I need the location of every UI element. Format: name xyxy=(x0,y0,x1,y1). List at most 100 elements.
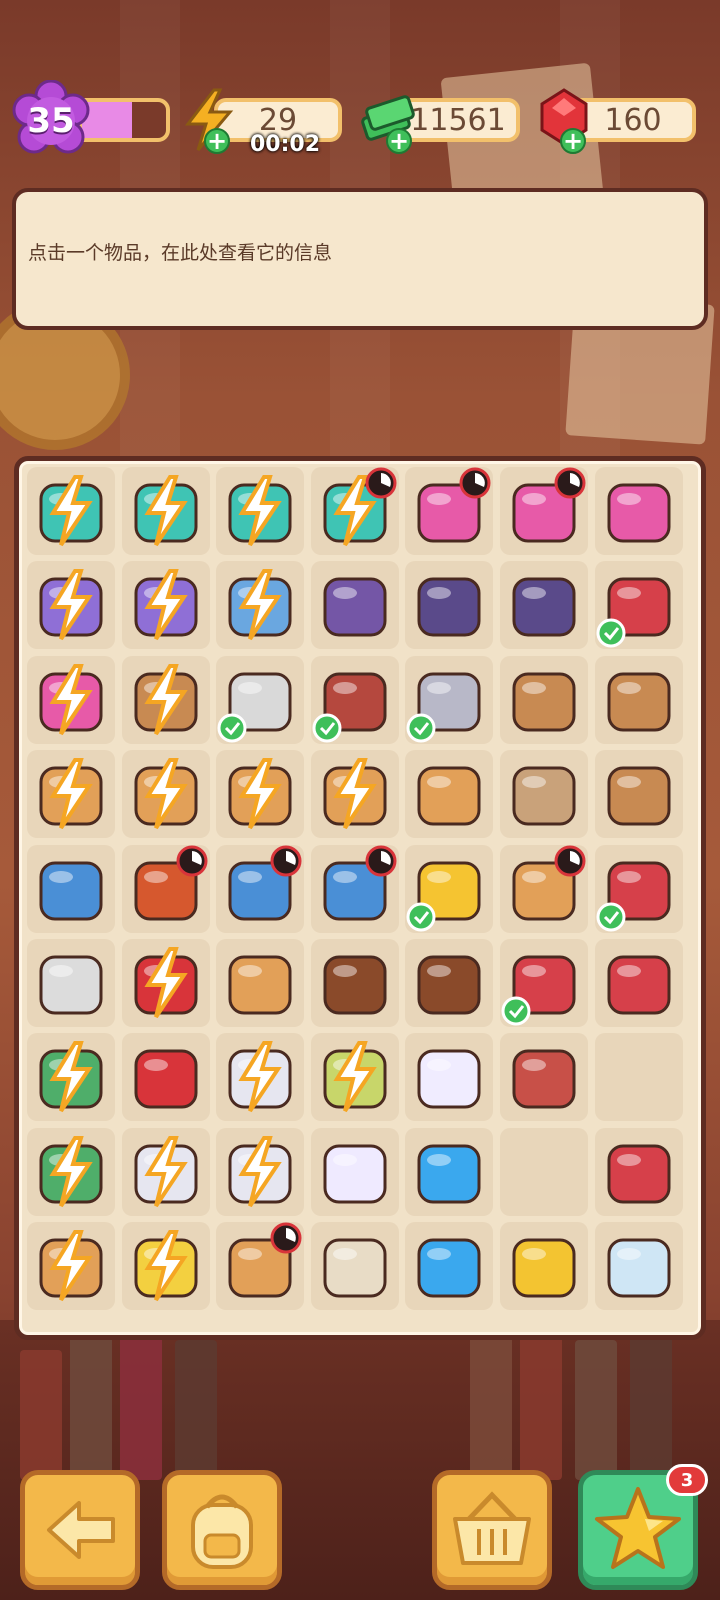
board-cell[interactable] xyxy=(121,750,210,839)
board-cell[interactable] xyxy=(310,1127,399,1216)
cash-plus-icon[interactable]: + xyxy=(386,128,412,154)
medkit-bottles-icon xyxy=(228,475,292,547)
board-cell[interactable] xyxy=(310,655,399,744)
board-cell[interactable] xyxy=(216,844,305,933)
checkmark-icon xyxy=(596,902,626,932)
board-cell[interactable] xyxy=(405,1033,494,1122)
board-cell[interactable] xyxy=(27,561,115,650)
board-cell[interactable] xyxy=(121,1222,210,1311)
board-cell[interactable] xyxy=(594,1127,683,1216)
board-cell[interactable] xyxy=(216,1222,305,1311)
blue-vase-icon xyxy=(228,845,302,921)
board-cell[interactable] xyxy=(216,655,305,744)
board-cell[interactable] xyxy=(216,939,305,1027)
board-cell[interactable] xyxy=(27,1222,115,1311)
card-envelopes-icon xyxy=(323,955,387,1015)
energy-plus-icon[interactable]: + xyxy=(204,128,230,154)
flat-boxes-icon xyxy=(417,766,481,826)
board-cell[interactable] xyxy=(500,655,588,744)
board-cell[interactable] xyxy=(310,750,399,839)
checkmark-icon xyxy=(217,713,247,743)
board-cell[interactable] xyxy=(27,939,115,1027)
new-year-2024-icon xyxy=(512,1238,576,1298)
board-cell[interactable] xyxy=(27,655,115,744)
board-cell[interactable] xyxy=(500,561,588,650)
board-cell[interactable] xyxy=(594,467,683,555)
open-box-icon xyxy=(228,758,292,830)
board-cell[interactable] xyxy=(405,844,494,933)
pot-shard-icon xyxy=(607,672,671,732)
tool-bag-icon xyxy=(134,947,198,1019)
board-cell[interactable] xyxy=(500,1222,588,1311)
garden-rake-icon xyxy=(406,672,481,743)
board-cell[interactable] xyxy=(27,1033,115,1122)
board-cell[interactable] xyxy=(405,1127,494,1216)
board-cell-empty[interactable] xyxy=(500,1127,588,1216)
checkmark-icon xyxy=(406,902,436,932)
top-hud: 35 29 + 00:02 11561 + 160 + xyxy=(0,80,720,160)
board-cell[interactable] xyxy=(121,655,210,744)
energy-timer: 00:02 xyxy=(250,132,321,157)
board-cell[interactable] xyxy=(27,1127,115,1216)
ornate-vase-icon xyxy=(39,861,103,921)
toy-car-icon xyxy=(134,569,198,641)
shop-basket-button[interactable] xyxy=(432,1470,552,1590)
board-cell[interactable] xyxy=(121,561,210,650)
board-cell[interactable] xyxy=(216,1033,305,1122)
board-cell[interactable] xyxy=(310,1222,399,1311)
board-cell[interactable] xyxy=(310,467,399,555)
board-cell[interactable] xyxy=(405,750,494,839)
board-cell[interactable] xyxy=(310,561,399,650)
flower-pot-icon xyxy=(39,663,103,735)
board-cell[interactable] xyxy=(594,750,683,839)
board-cell[interactable] xyxy=(405,655,494,744)
board-cell[interactable] xyxy=(405,561,494,650)
board-cell[interactable] xyxy=(594,1222,683,1311)
board-cell[interactable] xyxy=(500,750,588,839)
board-cell[interactable] xyxy=(216,1127,305,1216)
board-cell[interactable] xyxy=(500,467,588,555)
info-panel-text: 点击一个物品，在此处查看它的信息 xyxy=(28,242,333,264)
pruning-shears-icon xyxy=(607,955,671,1015)
crystal-ball-icon xyxy=(323,1144,387,1204)
board-cell[interactable] xyxy=(216,467,305,555)
board-cell[interactable] xyxy=(500,939,588,1027)
checkmark-icon xyxy=(596,618,626,648)
board-cell[interactable] xyxy=(310,844,399,933)
bg-book xyxy=(70,1330,112,1480)
board-cell[interactable] xyxy=(310,939,399,1027)
pink-vase-icon xyxy=(323,845,397,921)
cracked-pot-icon xyxy=(607,766,671,826)
board-cell[interactable] xyxy=(27,750,115,839)
board-cell-empty[interactable] xyxy=(594,1033,683,1122)
board-cell[interactable] xyxy=(500,1033,588,1122)
board-cell[interactable] xyxy=(121,1033,210,1122)
back-button[interactable] xyxy=(20,1470,140,1590)
hovercraft-icon xyxy=(228,569,292,641)
bg-book xyxy=(575,1340,617,1480)
board-cell[interactable] xyxy=(500,844,588,933)
board-cell[interactable] xyxy=(594,939,683,1027)
board-cell[interactable] xyxy=(405,1222,494,1311)
board-cell[interactable] xyxy=(594,844,683,933)
board-cell[interactable] xyxy=(27,844,115,933)
clay-pot-icon xyxy=(134,663,198,735)
board-cell[interactable] xyxy=(216,561,305,650)
board-cell[interactable] xyxy=(594,561,683,650)
board-cell[interactable] xyxy=(121,939,210,1027)
board-cell[interactable] xyxy=(405,467,494,555)
board-cell[interactable] xyxy=(310,1033,399,1122)
board-cell[interactable] xyxy=(121,1127,210,1216)
wanted-poster-icon xyxy=(323,1238,387,1298)
board-cell[interactable] xyxy=(405,939,494,1027)
board-cell[interactable] xyxy=(121,844,210,933)
gem-plus-icon[interactable]: + xyxy=(560,128,586,154)
board-cell[interactable] xyxy=(121,467,210,555)
level-badge[interactable]: 35 xyxy=(10,80,92,162)
toolbox-icon xyxy=(228,955,292,1015)
wheel-icon xyxy=(512,577,576,637)
backpack-button[interactable] xyxy=(162,1470,282,1590)
board-cell[interactable] xyxy=(27,467,115,555)
board-cell[interactable] xyxy=(216,750,305,839)
board-cell[interactable] xyxy=(594,655,683,744)
